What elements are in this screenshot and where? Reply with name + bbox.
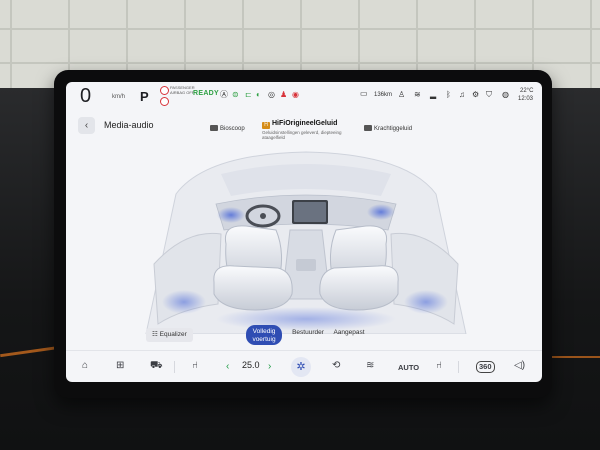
tire-warning-icon: ◉ <box>292 90 299 99</box>
signal-icon: ▂ <box>430 90 437 99</box>
ready-indicator: READY <box>193 90 220 97</box>
bottom-dock: ⌂ ⊞ ⛟ ⑁ ‹ 25.0 › ✲ ⟲ ≋ AUTO ⑁ 360 ◁) <box>66 350 542 382</box>
outside-temperature: 22°C <box>520 88 534 94</box>
notification-icon[interactable]: ♫ <box>459 90 465 100</box>
wifi-icon[interactable]: ≋ <box>414 90 421 100</box>
clock: 12:03 <box>518 96 534 102</box>
ambient-light-strip-left <box>0 345 60 358</box>
equalizer-icon: ☷ <box>152 331 160 338</box>
hold-icon: ◎ <box>268 90 275 99</box>
volume-icon[interactable]: ◁) <box>514 359 525 373</box>
seatbelt-warning-icon: ♟ <box>280 90 288 99</box>
ambient-light-strip-right <box>552 356 600 358</box>
dock-divider <box>174 361 175 373</box>
mode-hifi-label: HiFiOrigineelGeluid <box>272 120 338 127</box>
chevron-left-icon: ‹ <box>84 120 89 131</box>
climate-auto-button[interactable]: AUTO <box>398 361 419 375</box>
headlight-icon: ⊏ <box>245 90 252 99</box>
mode-power[interactable]: Krachtiggeluid <box>364 125 412 132</box>
account-icon[interactable]: ◍ <box>502 90 509 100</box>
airbag-off-icon <box>160 86 169 95</box>
temp-increase-icon[interactable]: › <box>268 360 271 374</box>
driver-temperature: 25.0 <box>242 360 260 370</box>
equalizer-label: Equalizer <box>159 331 187 338</box>
auto-light-icon: ◐ <box>256 90 261 99</box>
temp-decrease-icon[interactable]: ‹ <box>226 360 229 374</box>
adaptive-cruise-icon: ⊜ <box>232 90 239 99</box>
camera-360-button[interactable]: 360 <box>476 361 495 373</box>
infotainment-screen: 0 km/h P PASSENGER AIRBAG OFF READY Ⓐ ⊜ … <box>66 82 542 382</box>
gear-indicator: P <box>140 89 149 104</box>
sound-focus-full-vehicle[interactable]: Volledig voertuig <box>246 325 282 345</box>
mode-cinema-label: Bioscoop <box>220 126 245 132</box>
lane-assist-icon: Ⓐ <box>220 90 228 99</box>
car-icon[interactable]: ⛟ <box>150 359 163 373</box>
speed-readout: 0 <box>80 85 92 107</box>
status-bar: 0 km/h P PASSENGER AIRBAG OFF READY Ⓐ ⊜ … <box>66 82 542 110</box>
sound-focus-driver[interactable]: Bestuurder <box>288 329 328 336</box>
parking-brake-icon <box>160 97 169 106</box>
equalizer-button[interactable]: ☷ Equalizer <box>146 328 193 342</box>
apps-icon[interactable]: ⊞ <box>116 359 124 373</box>
back-button[interactable]: ‹ <box>78 117 95 134</box>
mode-power-label: Krachtiggeluid <box>374 126 413 132</box>
hifi-badge-icon: H <box>262 122 270 129</box>
bluetooth-icon[interactable]: ᛒ <box>446 90 451 100</box>
user-icon[interactable]: ♙ <box>398 90 405 100</box>
driver-seat-heat-icon[interactable]: ⑁ <box>192 359 198 373</box>
battery-icon: ▭ <box>360 89 368 98</box>
recirculation-icon[interactable]: ⟲ <box>332 359 340 373</box>
climate-fan-button[interactable]: ✲ <box>291 357 311 377</box>
passenger-seat-heat-icon[interactable]: ⑁ <box>436 359 442 373</box>
cinema-icon <box>210 125 218 131</box>
speaker-icon <box>364 125 372 131</box>
range-readout: 136km <box>374 92 393 98</box>
settings-icon[interactable]: ⚙ <box>472 90 479 100</box>
dock-divider <box>458 361 459 373</box>
page-title: Media-audio <box>104 120 154 130</box>
car-interior-illustration <box>145 151 467 334</box>
shield-icon: ⛉ <box>486 90 492 99</box>
defrost-icon[interactable]: ≋ <box>366 359 374 373</box>
mode-cinema[interactable]: Bioscoop <box>210 125 245 132</box>
fan-icon: ✲ <box>296 361 306 373</box>
sound-focus-custom[interactable]: Aangepast <box>328 329 370 336</box>
home-icon[interactable]: ⌂ <box>82 359 88 373</box>
speed-unit: km/h <box>112 94 126 100</box>
